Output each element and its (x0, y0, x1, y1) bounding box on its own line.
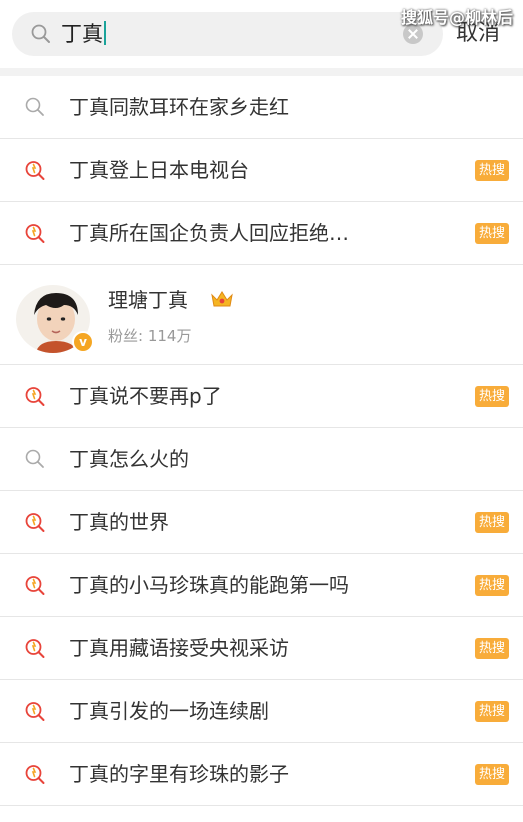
search-icon (25, 449, 44, 468)
hot-search-icon (25, 224, 45, 243)
suggestion-text: 丁真引发的一场连续剧 (69, 699, 269, 723)
search-header: 丁真 取消 搜狐号@柳林后 (0, 0, 523, 68)
suggestion-text: 丁真用藏语接受央视采访 (69, 636, 289, 660)
hot-search-icon (25, 765, 45, 784)
hot-search-icon (25, 513, 45, 532)
hot-badge: 热搜 (475, 701, 509, 722)
hot-badge: 热搜 (475, 764, 509, 785)
hot-badge: 热搜 (475, 638, 509, 659)
crown-icon (211, 291, 233, 307)
hot-badge: 热搜 (475, 575, 509, 596)
suggestion-text: 丁真所在国企负责人回应拒绝… (69, 221, 349, 245)
suggestion-item[interactable]: 丁真怎么火的 (0, 428, 523, 491)
user-result-item[interactable]: v 理塘丁真 粉丝: 114万 (0, 265, 523, 365)
suggestion-item[interactable]: 丁真的世界 热搜 (0, 491, 523, 554)
hot-search-icon (25, 161, 45, 180)
search-query-text[interactable]: 丁真 (61, 21, 106, 47)
hot-search-icon (25, 639, 45, 658)
header-divider (0, 68, 523, 76)
search-icon (25, 97, 44, 116)
hot-badge: 热搜 (475, 386, 509, 407)
suggestion-item[interactable]: 丁真引发的一场连续剧 热搜 (0, 680, 523, 743)
suggestion-text: 丁真怎么火的 (69, 447, 189, 471)
suggestion-text: 丁真登上日本电视台 (69, 158, 249, 182)
fans-count: 粉丝: 114万 (108, 327, 192, 345)
suggestion-item[interactable]: 丁真所在国企负责人回应拒绝… 热搜 (0, 202, 523, 265)
watermark: 搜狐号@柳林后 (400, 8, 513, 27)
suggestion-item[interactable]: 丁真用藏语接受央视采访 热搜 (0, 617, 523, 680)
hot-badge: 热搜 (475, 160, 509, 181)
suggestion-text: 丁真的小马珍珠真的能跑第一吗 (69, 573, 349, 597)
hot-search-icon (25, 576, 45, 595)
suggestion-text: 丁真的世界 (69, 510, 169, 534)
suggestion-item[interactable]: 丁真的小马珍珠真的能跑第一吗 热搜 (0, 554, 523, 617)
suggestion-item[interactable]: 丁真同款耳环在家乡走红 (0, 76, 523, 139)
suggestion-item[interactable]: 丁真的字里有珍珠的影子 热搜 (0, 743, 523, 806)
hot-badge: 热搜 (475, 512, 509, 533)
suggestion-text: 丁真说不要再p了 (69, 384, 222, 408)
hot-search-icon (25, 702, 45, 721)
user-name: 理塘丁真 (108, 288, 188, 312)
verified-badge: v (72, 331, 94, 353)
suggestion-list: 丁真同款耳环在家乡走红 丁真登上日本电视台 热搜 丁真所在国企负责人回应拒绝… … (0, 76, 523, 806)
hot-badge: 热搜 (475, 223, 509, 244)
suggestion-item[interactable]: 丁真说不要再p了 热搜 (0, 365, 523, 428)
search-input[interactable]: 丁真 (12, 12, 443, 56)
hot-search-icon (25, 387, 45, 406)
search-icon (31, 24, 50, 43)
suggestion-item[interactable]: 丁真登上日本电视台 热搜 (0, 139, 523, 202)
suggestion-text: 丁真同款耳环在家乡走红 (69, 95, 289, 119)
suggestion-text: 丁真的字里有珍珠的影子 (69, 762, 289, 786)
text-cursor (104, 21, 106, 45)
